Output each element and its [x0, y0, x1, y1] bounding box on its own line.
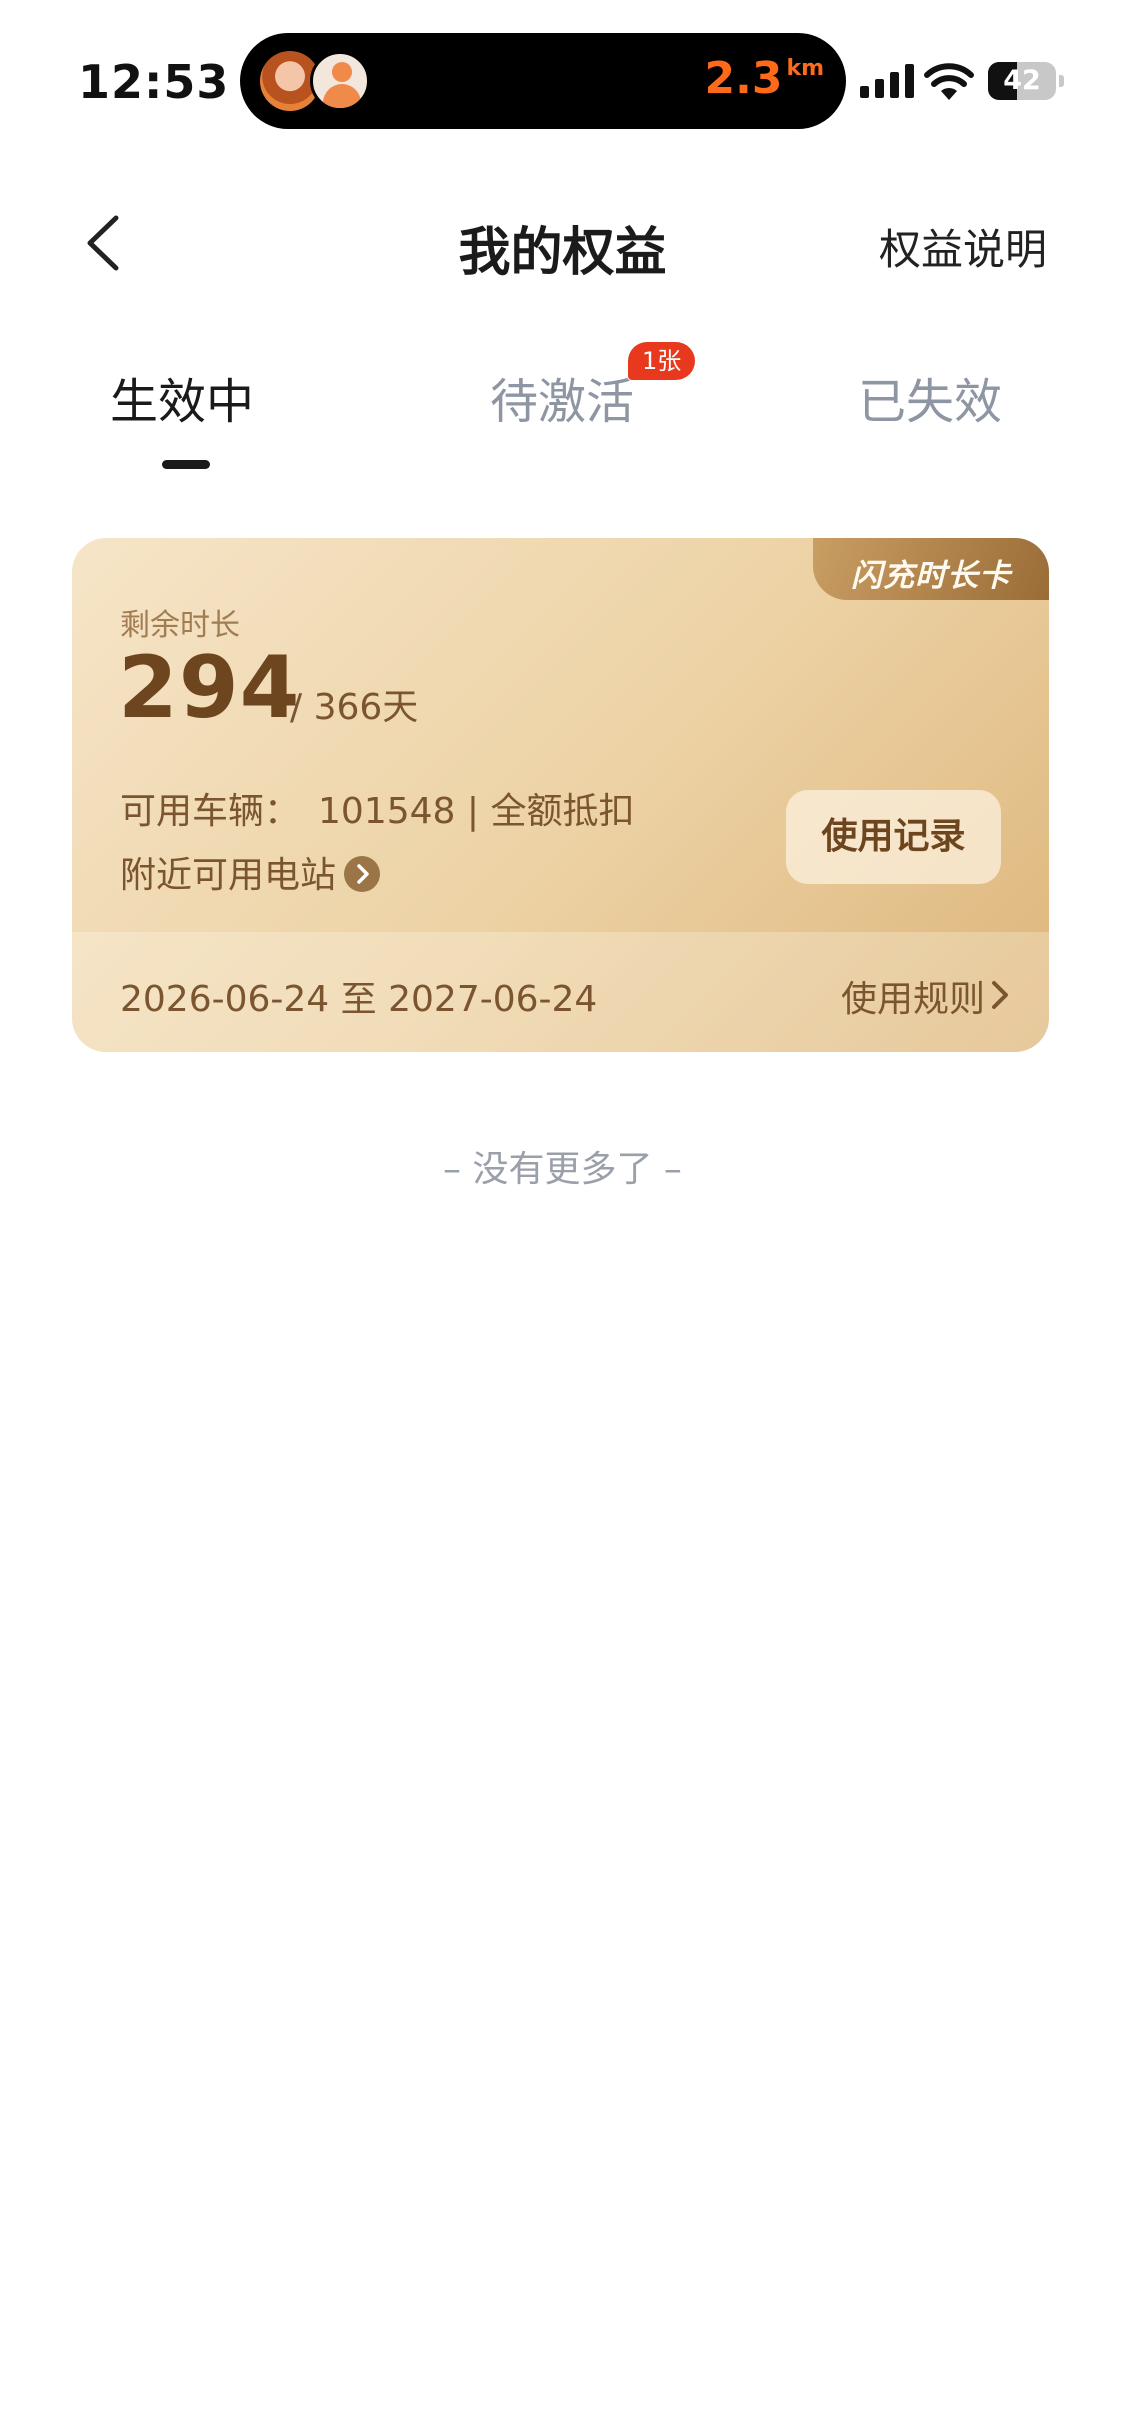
tab-indicator [162, 460, 210, 469]
nearby-stations-label: 附近可用电站 [120, 855, 337, 896]
list-end-text: – 没有更多了 – [443, 1149, 682, 1190]
user-avatar-icon [310, 51, 370, 111]
card-footer: 2026-06-24 至 2027-06-24 使用规则 [72, 932, 1049, 1052]
chevron-right-circle-icon [344, 856, 381, 892]
dynamic-island-live-activity[interactable]: 2.3 km [240, 33, 846, 129]
battery-icon: 42 [988, 62, 1064, 100]
nearby-stations-link[interactable]: 附近可用电站 [120, 846, 381, 898]
usage-rules-link[interactable]: 使用规则 [841, 970, 985, 1022]
distance-value: 2.3 [704, 53, 783, 104]
benefits-screen: 12:53 2.3km 42 我的权益 权益说明 生效中 待激活 1张 已失效 [0, 0, 1125, 2436]
total-duration: / 366天 [290, 687, 419, 728]
wifi-icon [924, 63, 974, 100]
validity-date-range: 2026-06-24 至 2027-06-24 [120, 979, 598, 1020]
benefits-info-link[interactable]: 权益说明 [879, 216, 1047, 277]
usage-record-button[interactable]: 使用记录 [786, 790, 1001, 884]
remaining-value: 294 [118, 638, 301, 738]
chevron-right-icon[interactable] [989, 978, 1011, 1012]
card-type-label: 闪充时长卡 [851, 558, 1011, 594]
distance-readout: 2.3 km [704, 53, 824, 104]
pending-count-badge: 1张 [628, 342, 696, 380]
tab-pending[interactable]: 待激活 [490, 362, 634, 432]
vehicle-value: 101548 | 全额抵扣 [318, 791, 635, 832]
vehicle-label: 可用车辆： [120, 791, 301, 832]
benefit-card: 闪充时长卡 剩余时长 294 / 366天 可用车辆： 101548 | 全额抵扣… [72, 538, 1049, 1052]
card-type-tag: 闪充时长卡 [813, 538, 1049, 600]
battery-level: 42 [1003, 65, 1041, 96]
tab-active[interactable]: 生效中 [110, 362, 254, 432]
status-time: 12:53 [78, 55, 230, 109]
tab-expired[interactable]: 已失效 [858, 362, 1002, 432]
vehicle-info: 可用车辆： 101548 | 全额抵扣 [120, 782, 634, 834]
signal-icon [860, 64, 914, 98]
distance-unit: km [786, 56, 824, 81]
